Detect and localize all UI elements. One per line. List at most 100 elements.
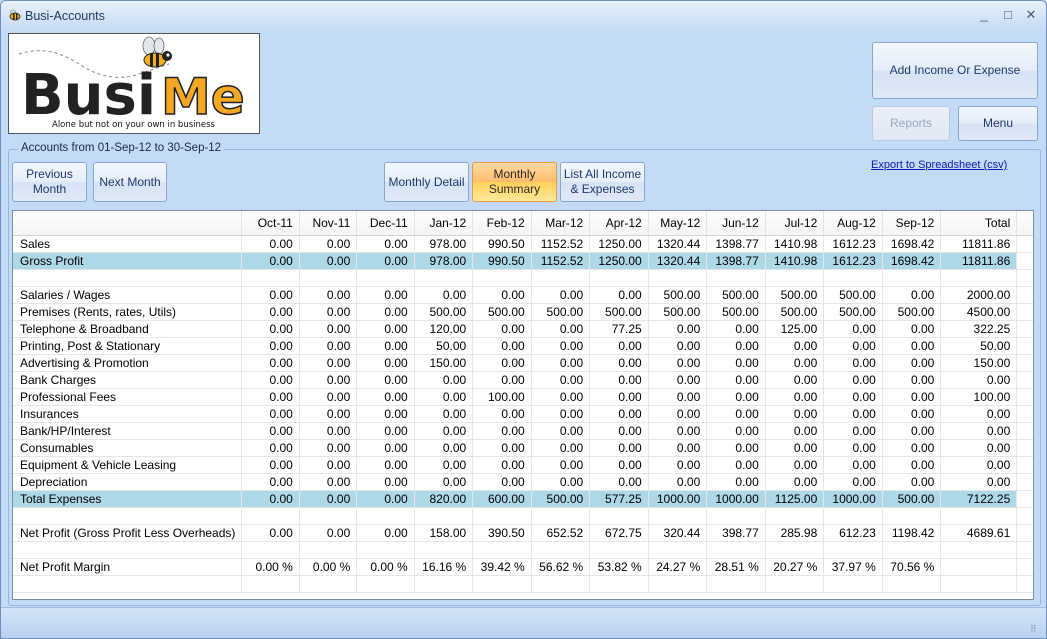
- cell-value: 0.00: [241, 439, 300, 457]
- row-label: [13, 541, 243, 559]
- cell-value: 0.00: [882, 439, 942, 457]
- cell-value: [589, 575, 649, 593]
- cell-value: 0.00: [356, 456, 415, 474]
- cell-value: 0.00: [706, 422, 766, 440]
- spacer-row[interactable]: [13, 541, 1033, 559]
- list-all-income-expenses-tab[interactable]: List All Income & Expenses: [560, 162, 645, 202]
- summary-grid[interactable]: Oct-11 Nov-11 Dec-11 Jan-12 Feb-12 Mar-12 Apr-…: [12, 210, 1034, 600]
- cell-value: 0.00: [356, 235, 415, 253]
- spacer-row[interactable]: [13, 575, 1033, 593]
- cell-value: [531, 507, 591, 525]
- cell-value: 39.42 %: [472, 558, 532, 576]
- table-row[interactable]: Premises (Rents, rates, Utils) 0.00 0.00 0.…: [13, 303, 1033, 321]
- cell-value: 150.00: [414, 354, 474, 372]
- cell-value: 0.00: [356, 320, 415, 338]
- cell-value: 0.00: [648, 320, 708, 338]
- column-header-feb-12[interactable]: Feb-12: [472, 211, 532, 236]
- table-row[interactable]: Bank Charges 0.00 0.00 0.00 0.00 0.00 0.00 0.00…: [13, 371, 1033, 389]
- cell-value: 0.00: [299, 252, 358, 270]
- cell-value: 0.00: [414, 456, 474, 474]
- cell-value: 28.51 %: [706, 558, 766, 576]
- table-row[interactable]: Consumables 0.00 0.00 0.00 0.00 0.00 0.00 0.00 0…: [13, 439, 1033, 457]
- column-header-aug-12[interactable]: Aug-12: [823, 211, 883, 236]
- cell-value: [241, 269, 300, 287]
- cell-value: 1398.77: [706, 252, 766, 270]
- table-row[interactable]: Depreciation 0.00 0.00 0.00 0.00 0.00 0.00 0.00…: [13, 473, 1033, 491]
- table-row[interactable]: Total Expenses 0.00 0.00 0.00 820.00 600.00 50…: [13, 490, 1033, 508]
- row-label: Equipment & Vehicle Leasing: [13, 456, 243, 474]
- menu-button[interactable]: Menu: [958, 106, 1038, 141]
- table-row[interactable]: Sales 0.00 0.00 0.00 978.00 990.50 1152.52 1250…: [13, 235, 1033, 253]
- row-filler: [1016, 371, 1033, 389]
- table-row[interactable]: Professional Fees 0.00 0.00 0.00 0.00 100.00 0…: [13, 388, 1033, 406]
- cell-value: 398.77: [706, 524, 766, 542]
- table-row[interactable]: Printing, Post & Stationary 0.00 0.00 0.00 5…: [13, 337, 1033, 355]
- column-header-may-12[interactable]: May-12: [648, 211, 708, 236]
- cell-value: 0.00: [648, 354, 708, 372]
- column-header-apr-12[interactable]: Apr-12: [589, 211, 649, 236]
- next-month-button[interactable]: Next Month: [93, 162, 167, 202]
- cell-value: 11811.86: [940, 252, 1018, 270]
- row-label: [13, 507, 243, 525]
- cell-value: 0.00: [472, 337, 532, 355]
- table-row[interactable]: Net Profit Margin 0.00 % 0.00 % 0.00 % 16.16…: [13, 558, 1033, 576]
- cell-value: 0.00: [882, 337, 942, 355]
- column-header-jul-12[interactable]: Jul-12: [765, 211, 825, 236]
- previous-month-button[interactable]: Previous Month: [12, 162, 87, 202]
- cell-value: 0.00: [299, 473, 358, 491]
- cell-value: 500.00: [765, 286, 825, 304]
- spacer-row[interactable]: [13, 507, 1033, 525]
- column-header-dec-11[interactable]: Dec-11: [356, 211, 415, 236]
- cell-value: 0.00: [589, 371, 649, 389]
- cell-value: 0.00: [414, 473, 474, 491]
- cell-value: [765, 269, 825, 287]
- cell-value: 652.52: [531, 524, 591, 542]
- close-button[interactable]: ✕: [1022, 7, 1040, 23]
- cell-value: 0.00: [241, 490, 300, 508]
- cell-value: 0.00: [765, 473, 825, 491]
- reports-button[interactable]: Reports: [872, 106, 950, 141]
- table-row[interactable]: Bank/HP/Interest 0.00 0.00 0.00 0.00 0.00 0.00…: [13, 422, 1033, 440]
- cell-value: 0.00: [299, 388, 358, 406]
- cell-value: 0.00: [472, 320, 532, 338]
- spacer-row[interactable]: [13, 269, 1033, 287]
- column-header-jun-12[interactable]: Jun-12: [706, 211, 766, 236]
- column-header-oct-11[interactable]: Oct-11: [241, 211, 300, 236]
- table-row[interactable]: Gross Profit 0.00 0.00 0.00 978.00 990.50 1152…: [13, 252, 1033, 270]
- row-filler: [1016, 354, 1033, 372]
- resize-grip-icon[interactable]: ⠿: [1030, 624, 1040, 634]
- table-row[interactable]: Advertising & Promotion 0.00 0.00 0.00 150.0…: [13, 354, 1033, 372]
- monthly-summary-tab[interactable]: Monthly Summary: [472, 162, 557, 202]
- cell-value: 0.00: [356, 473, 415, 491]
- table-row[interactable]: Insurances 0.00 0.00 0.00 0.00 0.00 0.00 0.00 0.…: [13, 405, 1033, 423]
- cell-value: [241, 541, 300, 559]
- cell-value: [589, 269, 649, 287]
- column-header-label[interactable]: [13, 211, 243, 236]
- cell-value: 0.00: [940, 371, 1018, 389]
- column-header-jan-12[interactable]: Jan-12: [414, 211, 474, 236]
- cell-value: [356, 575, 415, 593]
- cell-value: [940, 269, 1018, 287]
- maximize-button[interactable]: □: [999, 7, 1017, 23]
- column-header-nov-11[interactable]: Nov-11: [299, 211, 358, 236]
- table-row[interactable]: Salaries / Wages 0.00 0.00 0.00 0.00 0.00 0.00…: [13, 286, 1033, 304]
- cell-value: 500.00: [823, 303, 883, 321]
- cell-value: 500.00: [531, 490, 591, 508]
- table-row[interactable]: Telephone & Broadband 0.00 0.00 0.00 120.00 0…: [13, 320, 1033, 338]
- add-income-or-expense-button[interactable]: Add Income Or Expense: [872, 42, 1038, 99]
- column-header-sep-12[interactable]: Sep-12: [882, 211, 942, 236]
- column-header-mar-12[interactable]: Mar-12: [531, 211, 591, 236]
- row-label: Professional Fees: [13, 388, 243, 406]
- minimize-button[interactable]: _: [975, 7, 993, 23]
- export-to-csv-link[interactable]: Export to Spreadsheet (csv): [871, 159, 1007, 171]
- table-row[interactable]: Net Profit (Gross Profit Less Overheads)…: [13, 524, 1033, 542]
- cell-value: 150.00: [940, 354, 1018, 372]
- monthly-detail-tab[interactable]: Monthly Detail: [384, 162, 469, 202]
- row-label: Depreciation: [13, 473, 243, 491]
- cell-value: 0.00: [765, 456, 825, 474]
- cell-value: 0.00: [531, 422, 591, 440]
- column-header-total[interactable]: Total: [940, 211, 1018, 236]
- table-row[interactable]: Equipment & Vehicle Leasing 0.00 0.00 0.00 0…: [13, 456, 1033, 474]
- cell-value: 0.00: [356, 303, 415, 321]
- cell-value: 0.00: [531, 320, 591, 338]
